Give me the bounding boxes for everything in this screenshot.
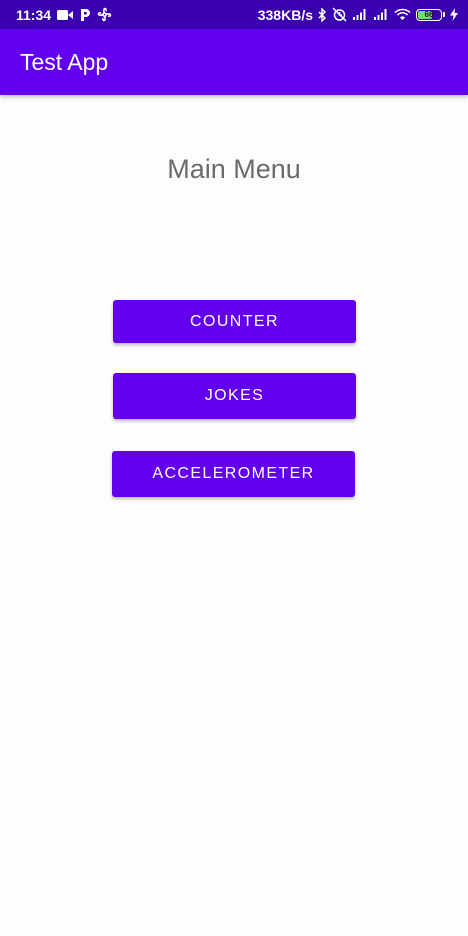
page-title: Main Menu (167, 154, 301, 184)
alarm-off-icon (332, 7, 347, 22)
charging-bolt-icon (450, 8, 458, 21)
status-bar: 11:34 338KB/s 66 (0, 0, 468, 29)
app-bar: Test App (0, 29, 468, 95)
video-camera-icon (57, 9, 74, 21)
status-left: 11:34 (16, 0, 112, 29)
app-title: Test App (20, 48, 109, 75)
wifi-icon (394, 8, 411, 21)
battery-tip (443, 12, 445, 17)
counter-button[interactable]: COUNTER (113, 300, 356, 343)
battery-level: 66 (424, 10, 434, 19)
jokes-button[interactable]: JOKES (113, 373, 356, 419)
signal-icon (352, 8, 368, 21)
parking-app-icon (79, 8, 91, 22)
status-right: 338KB/s 66 (258, 0, 458, 29)
signal-icon (373, 8, 389, 21)
bluetooth-icon (318, 7, 327, 22)
status-time: 11:34 (16, 6, 52, 23)
network-speed: 338KB/s (257, 6, 313, 23)
battery-icon: 66 (416, 8, 442, 21)
fan-app-icon (97, 7, 112, 22)
accelerometer-button[interactable]: ACCELEROMETER (112, 451, 355, 497)
